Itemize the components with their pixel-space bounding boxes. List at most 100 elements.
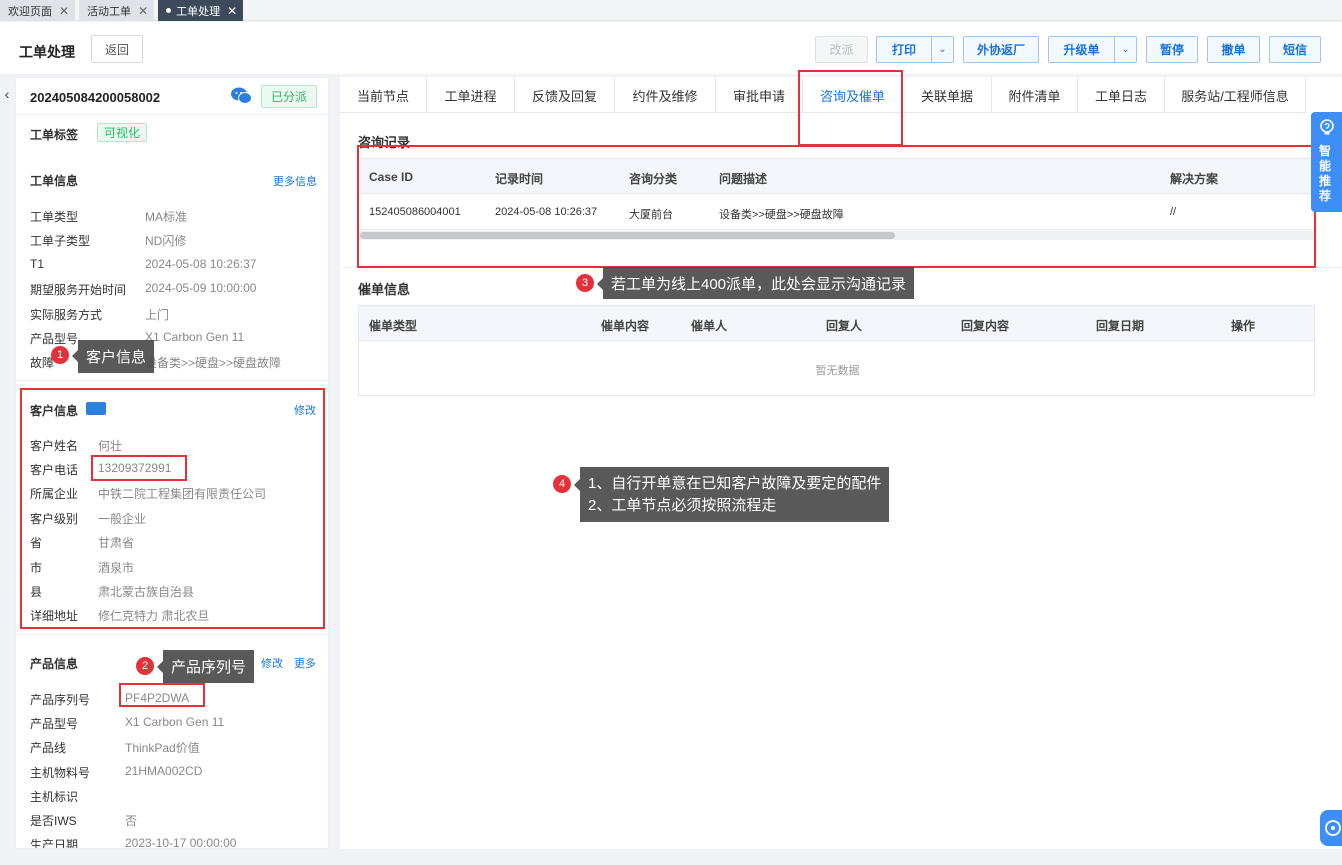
annotation-box-consult [357,145,1316,268]
field-label: 产品序列号 [30,693,91,707]
reassign-button[interactable]: 改派 [815,36,868,63]
tab-current-node[interactable]: 当前节点 [340,77,427,113]
window-tab-strip: 欢迎页面 ✕ 活动工单 ✕ 工单处理 ✕ [0,0,1342,21]
tab-feedback[interactable]: 反馈及回复 [515,77,615,113]
divider [16,634,328,635]
field-value: ThinkPad价值 [125,741,200,755]
field-label: 期望服务开始时间 [30,283,127,297]
window-tab-order-handling[interactable]: 工单处理 ✕ [158,0,244,21]
callout-line: 2、工单节点必须按照流程走 [588,496,777,514]
field-value: 设备类>>硬盘>>硬盘故障 [145,356,282,370]
callout-customer-info: 客户信息 [78,340,155,373]
window-tab-label: 工单处理 [176,5,221,18]
tab-order-log[interactable]: 工单日志 [1078,77,1165,113]
print-button[interactable]: 打印 ⌄ [876,36,954,63]
wechat-icon[interactable] [231,86,252,105]
field-value: 2023-10-17 00:00:00 [125,836,237,849]
tab-related-docs[interactable]: 关联单据 [903,77,992,113]
chevron-down-icon[interactable]: ⌄ [931,37,953,62]
field-label: 产品型号 [30,332,79,346]
product-info-title: 产品信息 [30,657,79,671]
callout-self-open-notes: 1、自行开单意在已知客户故障及要定的配件 2、工单节点必须按照流程走 [580,467,890,522]
annotation-box-customer [20,388,325,629]
tab-approval[interactable]: 审批申请 [716,77,803,113]
divider [16,380,328,381]
upgrade-label: 升级单 [1063,43,1100,57]
annotation-number: 4 [553,475,571,493]
tab-parts-repair[interactable]: 约件及维修 [615,77,716,113]
field-label: 生产日期 [30,838,79,849]
column-header: 催单人 [691,319,728,333]
chat-float-button[interactable] [1320,810,1342,846]
status-badge: 已分派 [261,85,318,108]
sms-button[interactable]: 短信 [1269,36,1321,63]
field-label: 是否IWS [30,814,77,828]
callout-line: 1、自行开单意在已知客户故障及要定的配件 [588,474,882,492]
field-label: 主机物料号 [30,766,91,780]
field-label: T1 [30,257,45,271]
urge-table-header: 催单类型 催单内容 催单人 回复人 回复内容 回复日期 操作 [358,305,1315,341]
annotation-number: 3 [576,274,594,292]
chevron-down-icon[interactable]: ⌄ [1114,37,1136,62]
print-label: 打印 [891,43,916,57]
edit-product-link[interactable]: 修改 [261,655,283,671]
column-header: 催单类型 [369,319,418,333]
more-info-link[interactable]: 更多信息 [273,173,317,189]
tab-order-progress[interactable]: 工单进程 [427,77,515,113]
smart-recommend-tab[interactable]: 智能推荐 [1311,112,1342,212]
smart-recommend-label: 智能推荐 [1319,144,1332,203]
annotation-box-tab [798,70,903,146]
visual-tag: 可视化 [97,123,148,142]
field-value: MA标准 [145,210,188,224]
tab-attachments[interactable]: 附件清单 [992,77,1078,113]
callout-online-dispatch: 若工单为线上400派单，此处会显示沟通记录 [603,267,915,299]
window-tab-label: 活动工单 [87,5,132,18]
collapse-arrow-icon[interactable]: ‹ [0,78,14,110]
back-button[interactable]: 返回 [91,35,143,63]
column-header: 催单内容 [601,319,650,333]
field-label: 产品线 [30,741,67,755]
field-label: 主机标识 [30,790,79,804]
more-product-link[interactable]: 更多 [294,655,316,671]
external-return-button[interactable]: 外协返厂 [963,36,1039,63]
empty-text: 暂无数据 [815,365,860,377]
urge-info-title: 催单信息 [358,282,411,297]
annotation-number: 1 [51,346,69,364]
window-tab-label: 欢迎页面 [8,5,52,18]
page-header: 工单处理 返回 改派 打印 ⌄ 外协返厂 升级单 ⌄ 暂停 撤单 短信 [0,22,1342,74]
close-icon[interactable]: ✕ [59,4,69,18]
tab-service-station[interactable]: 服务站/工程师信息 [1165,77,1306,113]
field-label: 产品型号 [30,717,79,731]
tag-label: 工单标签 [30,128,79,142]
field-value: ND闪修 [145,234,187,248]
annotation-number: 2 [136,657,154,675]
close-icon[interactable]: ✕ [227,4,237,18]
field-value: 21HMA002CD [125,764,203,778]
window-tab-active-orders[interactable]: 活动工单 ✕ [79,0,155,21]
field-label: 工单类型 [30,210,79,224]
field-value: X1 Carbon Gen 11 [125,715,225,729]
order-info-title: 工单信息 [30,174,79,188]
column-header: 操作 [1231,319,1256,333]
field-label: 工单子类型 [30,234,91,248]
chat-icon [1325,820,1341,836]
urge-table-empty: 暂无数据 [358,341,1315,396]
lightbulb-icon [1320,119,1334,135]
pause-button[interactable]: 暂停 [1146,36,1198,63]
annotation-box-serial [119,683,205,707]
close-icon[interactable]: ✕ [138,4,148,18]
field-value: 2024-05-09 10:00:00 [145,281,257,295]
column-header: 回复人 [826,319,863,333]
field-value: 否 [125,814,138,828]
annotation-box-phone [91,455,187,481]
column-header: 回复内容 [961,319,1010,333]
upgrade-button[interactable]: 升级单 ⌄ [1048,36,1137,63]
active-dot-icon [166,8,172,13]
page-title: 工单处理 [19,44,75,60]
field-value: X1 Carbon Gen 11 [145,330,245,344]
field-value: 2024-05-08 10:26:37 [145,257,257,271]
field-value: 上门 [145,308,170,322]
window-tab-welcome[interactable]: 欢迎页面 ✕ [0,0,76,21]
cancel-order-button[interactable]: 撤单 [1207,36,1260,63]
column-header: 回复日期 [1096,319,1145,333]
